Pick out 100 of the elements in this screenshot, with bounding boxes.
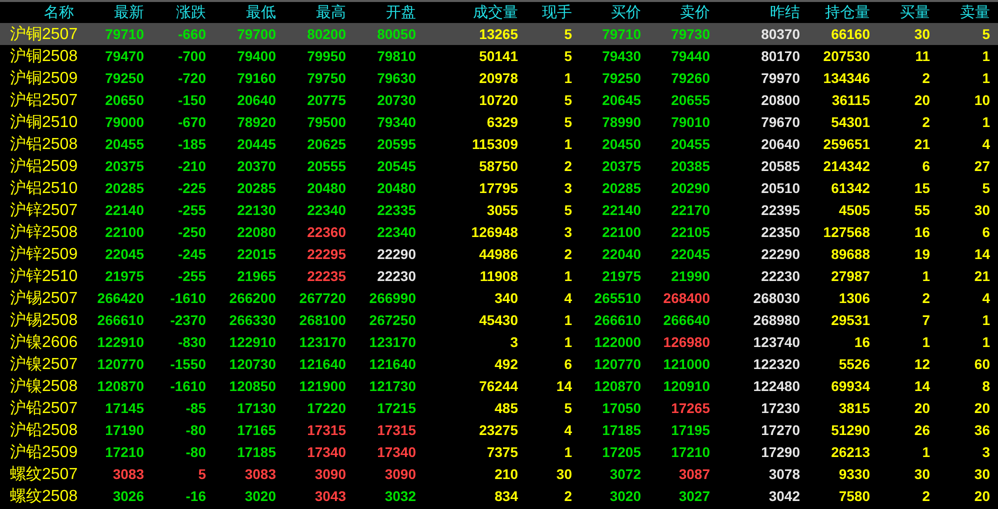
table-cell: 17190: [105, 422, 144, 438]
table-cell: 13265: [479, 26, 518, 42]
table-cell: 20480: [377, 180, 416, 196]
contract-name[interactable]: 沪锡2507: [0, 288, 78, 308]
table-cell: 1: [922, 444, 930, 460]
table-cell: 4: [564, 422, 572, 438]
table-cell: 30: [914, 26, 930, 42]
table-cell: 22140: [105, 202, 144, 218]
column-header[interactable]: 买量: [900, 3, 930, 22]
contract-name[interactable]: 沪铜2507: [0, 24, 78, 44]
column-header[interactable]: 卖价: [680, 3, 710, 22]
table-cell: -255: [178, 268, 206, 284]
column-header[interactable]: 持仓量: [825, 3, 870, 22]
table-cell: 5: [198, 466, 206, 482]
contract-name[interactable]: 沪铜2508: [0, 46, 78, 66]
table-cell: 265510: [594, 290, 641, 306]
table-cell: 7375: [486, 444, 518, 460]
contract-name[interactable]: 沪铝2509: [0, 156, 78, 176]
column-header[interactable]: 最低: [246, 3, 276, 22]
table-cell: 120770: [594, 356, 641, 372]
table-cell: 126948: [471, 224, 518, 240]
table-cell: 6: [922, 158, 930, 174]
contract-name[interactable]: 沪锌2508: [0, 222, 78, 242]
contract-name[interactable]: 沪铅2509: [0, 442, 78, 462]
table-cell: 17340: [377, 444, 416, 460]
contract-name[interactable]: 沪铜2509: [0, 68, 78, 88]
contract-name[interactable]: 沪铅2508: [0, 420, 78, 440]
column-header[interactable]: 开盘: [386, 3, 416, 22]
column-header[interactable]: 卖量: [960, 3, 990, 22]
table-cell: 123170: [369, 334, 416, 350]
table-cell: 5: [564, 114, 572, 130]
column-header[interactable]: 最高: [316, 3, 346, 22]
contract-name[interactable]: 螺纹2507: [0, 464, 78, 484]
contract-name[interactable]: 沪镍2508: [0, 376, 78, 396]
table-cell: 20455: [671, 136, 710, 152]
table-cell: 22295: [307, 246, 346, 262]
table-cell: 3: [564, 180, 572, 196]
contract-name[interactable]: 沪镍2606: [0, 332, 78, 352]
contract-name[interactable]: 沪锡2508: [0, 310, 78, 330]
column-header[interactable]: 成交量: [473, 3, 518, 22]
table-cell: 22080: [237, 224, 276, 240]
column-header[interactable]: 现手: [542, 3, 572, 22]
table-cell: 17210: [671, 444, 710, 460]
column-header[interactable]: 名称: [44, 3, 74, 22]
table-cell: 89688: [831, 246, 870, 262]
table-cell: 120730: [229, 356, 276, 372]
table-cell: 17315: [377, 422, 416, 438]
table-cell: 60: [974, 356, 990, 372]
column-header[interactable]: 涨跌: [176, 3, 206, 22]
table-cell: 6329: [486, 114, 518, 130]
table-cell: 3043: [314, 488, 346, 504]
column-header[interactable]: 买价: [611, 3, 641, 22]
table-cell: 4: [982, 136, 990, 152]
table-cell: 5: [564, 48, 572, 64]
table-cell: 123170: [299, 334, 346, 350]
table-cell: 29531: [831, 312, 870, 328]
table-cell: -830: [178, 334, 206, 350]
table-cell: 14: [914, 378, 930, 394]
contract-name[interactable]: 沪锌2509: [0, 244, 78, 264]
column-header[interactable]: 最新: [114, 3, 144, 22]
table-cell: 14: [974, 246, 990, 262]
table-cell: 69934: [831, 378, 870, 394]
contract-name[interactable]: 沪铝2510: [0, 178, 78, 198]
table-cell: 17315: [307, 422, 346, 438]
column-header[interactable]: 昨结: [770, 3, 800, 22]
table-cell: 121640: [369, 356, 416, 372]
table-cell: 61342: [831, 180, 870, 196]
table-cell: -1610: [170, 378, 206, 394]
contract-name[interactable]: 螺纹2508: [0, 486, 78, 506]
contract-name[interactable]: 沪铝2508: [0, 134, 78, 154]
table-cell: 79160: [237, 70, 276, 86]
table-cell: 4: [982, 290, 990, 306]
contract-name[interactable]: 沪铅2507: [0, 398, 78, 418]
table-cell: 22100: [105, 224, 144, 240]
table-cell: 17230: [761, 400, 800, 416]
table-cell: 20290: [671, 180, 710, 196]
table-cell: 22290: [377, 246, 416, 262]
contract-name[interactable]: 沪锌2510: [0, 266, 78, 286]
table-cell: 27987: [831, 268, 870, 284]
table-cell: 20455: [105, 136, 144, 152]
contract-name[interactable]: 沪铜2510: [0, 112, 78, 132]
table-cell: 17185: [237, 444, 276, 460]
contract-name[interactable]: 沪镍2507: [0, 354, 78, 374]
table-cell: 266990: [369, 290, 416, 306]
table-cell: 22105: [671, 224, 710, 240]
table-cell: 115309: [472, 136, 518, 152]
table-cell: 3815: [838, 400, 870, 416]
table-cell: 12: [914, 356, 930, 372]
table-cell: 266200: [229, 290, 276, 306]
table-cell: 3020: [244, 488, 276, 504]
table-cell: 120870: [97, 378, 144, 394]
table-cell: 26213: [831, 444, 870, 460]
table-cell: 268030: [753, 290, 800, 306]
selected-row[interactable]: 沪铜2507 79710 -660 79700 80200 80050 13265 5 79710 79730 80370 66160 30 5: [0, 23, 998, 45]
table-cell: 78920: [237, 114, 276, 130]
contract-name[interactable]: 沪铝2507: [0, 90, 78, 110]
table-cell: 30: [556, 466, 572, 482]
table-cell: 21965: [237, 268, 276, 284]
table-cell: 20650: [105, 92, 144, 108]
contract-name[interactable]: 沪锌2507: [0, 200, 78, 220]
